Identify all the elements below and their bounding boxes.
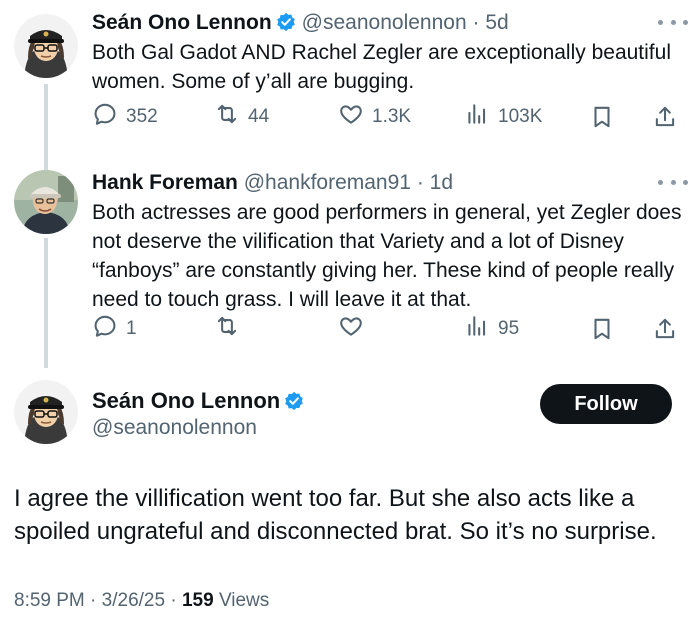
like-count: 1.3K (372, 106, 412, 127)
repost-icon (214, 101, 240, 133)
separator: · (466, 11, 486, 34)
reply-icon (92, 313, 118, 345)
views-count: 95 (498, 318, 520, 339)
tweet-date[interactable]: 3/26/25 (102, 590, 165, 611)
verified-badge-icon (284, 391, 304, 417)
handle[interactable]: @seanonolennon (302, 11, 467, 34)
like-button[interactable]: 1.3K (338, 102, 411, 132)
display-name-text: Seán Ono Lennon (92, 388, 281, 413)
reply-icon (92, 101, 118, 133)
display-name[interactable]: Seán Ono Lennon (92, 388, 310, 417)
reply-tweet-2[interactable]: Hank Foreman @hankforeman91 · 1d Both ac… (0, 162, 700, 368)
timestamp[interactable]: 1d (430, 171, 453, 194)
verified-badge-icon (276, 12, 296, 39)
tweet-header: Hank Foreman @hankforeman91 · 1d (92, 170, 453, 196)
avatar-hankforeman91[interactable] (14, 170, 78, 234)
reply-count: 1 (126, 318, 137, 339)
tweet-meta: 8:59 PM · 3/26/25 · 159 Views (14, 590, 269, 612)
avatar-seanonolennon[interactable] (14, 14, 78, 78)
tweet-text: I agree the villification went too far. … (14, 485, 657, 545)
main-tweet: Seán Ono Lennon @seanonolennon Follow I … (0, 362, 700, 618)
follow-button[interactable]: Follow (540, 384, 672, 424)
timestamp[interactable]: 5d (485, 11, 508, 34)
tweet-text: Both actresses are good performers in ge… (92, 201, 682, 311)
views-button[interactable]: 95 (464, 314, 519, 344)
handle[interactable]: @hankforeman91 (244, 171, 411, 194)
like-icon (338, 101, 364, 133)
views-icon (464, 313, 490, 345)
like-button[interactable] (338, 314, 372, 344)
separator: · (90, 590, 97, 611)
tweet-header: Seán Ono Lennon @seanonolennon · 5d (92, 10, 509, 39)
share-icon[interactable] (652, 314, 678, 344)
share-icon[interactable] (652, 102, 678, 132)
more-icon[interactable] (658, 12, 688, 32)
handle[interactable]: @seanonolennon (92, 416, 257, 440)
more-icon[interactable] (658, 172, 688, 192)
separator: · (170, 590, 177, 611)
action-bar: 1 95 (92, 314, 692, 344)
reply-tweet-1[interactable]: Seán Ono Lennon @seanonolennon · 5d Both… (0, 0, 700, 170)
display-name[interactable]: Hank Foreman (92, 171, 238, 194)
separator: · (410, 171, 430, 194)
views-button[interactable]: 103K (464, 102, 542, 132)
views-count: 159 (181, 590, 214, 611)
avatar-seanonolennon[interactable] (14, 380, 78, 444)
reply-button[interactable]: 1 (92, 314, 137, 344)
views-icon (464, 101, 490, 133)
reply-count: 352 (126, 106, 158, 127)
display-name[interactable]: Seán Ono Lennon (92, 11, 272, 34)
thread-line (44, 84, 48, 170)
tweet-time[interactable]: 8:59 PM (14, 590, 85, 611)
repost-count: 44 (248, 106, 270, 127)
bookmark-icon[interactable] (589, 314, 615, 344)
repost-button[interactable]: 44 (214, 102, 269, 132)
reply-button[interactable]: 352 (92, 102, 158, 132)
tweet-text: Both Gal Gadot AND Rachel Zegler are exc… (92, 41, 671, 93)
repost-button[interactable] (214, 314, 248, 344)
like-icon (338, 313, 364, 345)
repost-icon (214, 313, 240, 345)
thread-line (44, 238, 48, 368)
views-label: Views (218, 590, 270, 611)
views-count: 103K (498, 106, 543, 127)
action-bar: 352 44 1.3K 103K (92, 102, 692, 132)
bookmark-icon[interactable] (589, 102, 615, 132)
